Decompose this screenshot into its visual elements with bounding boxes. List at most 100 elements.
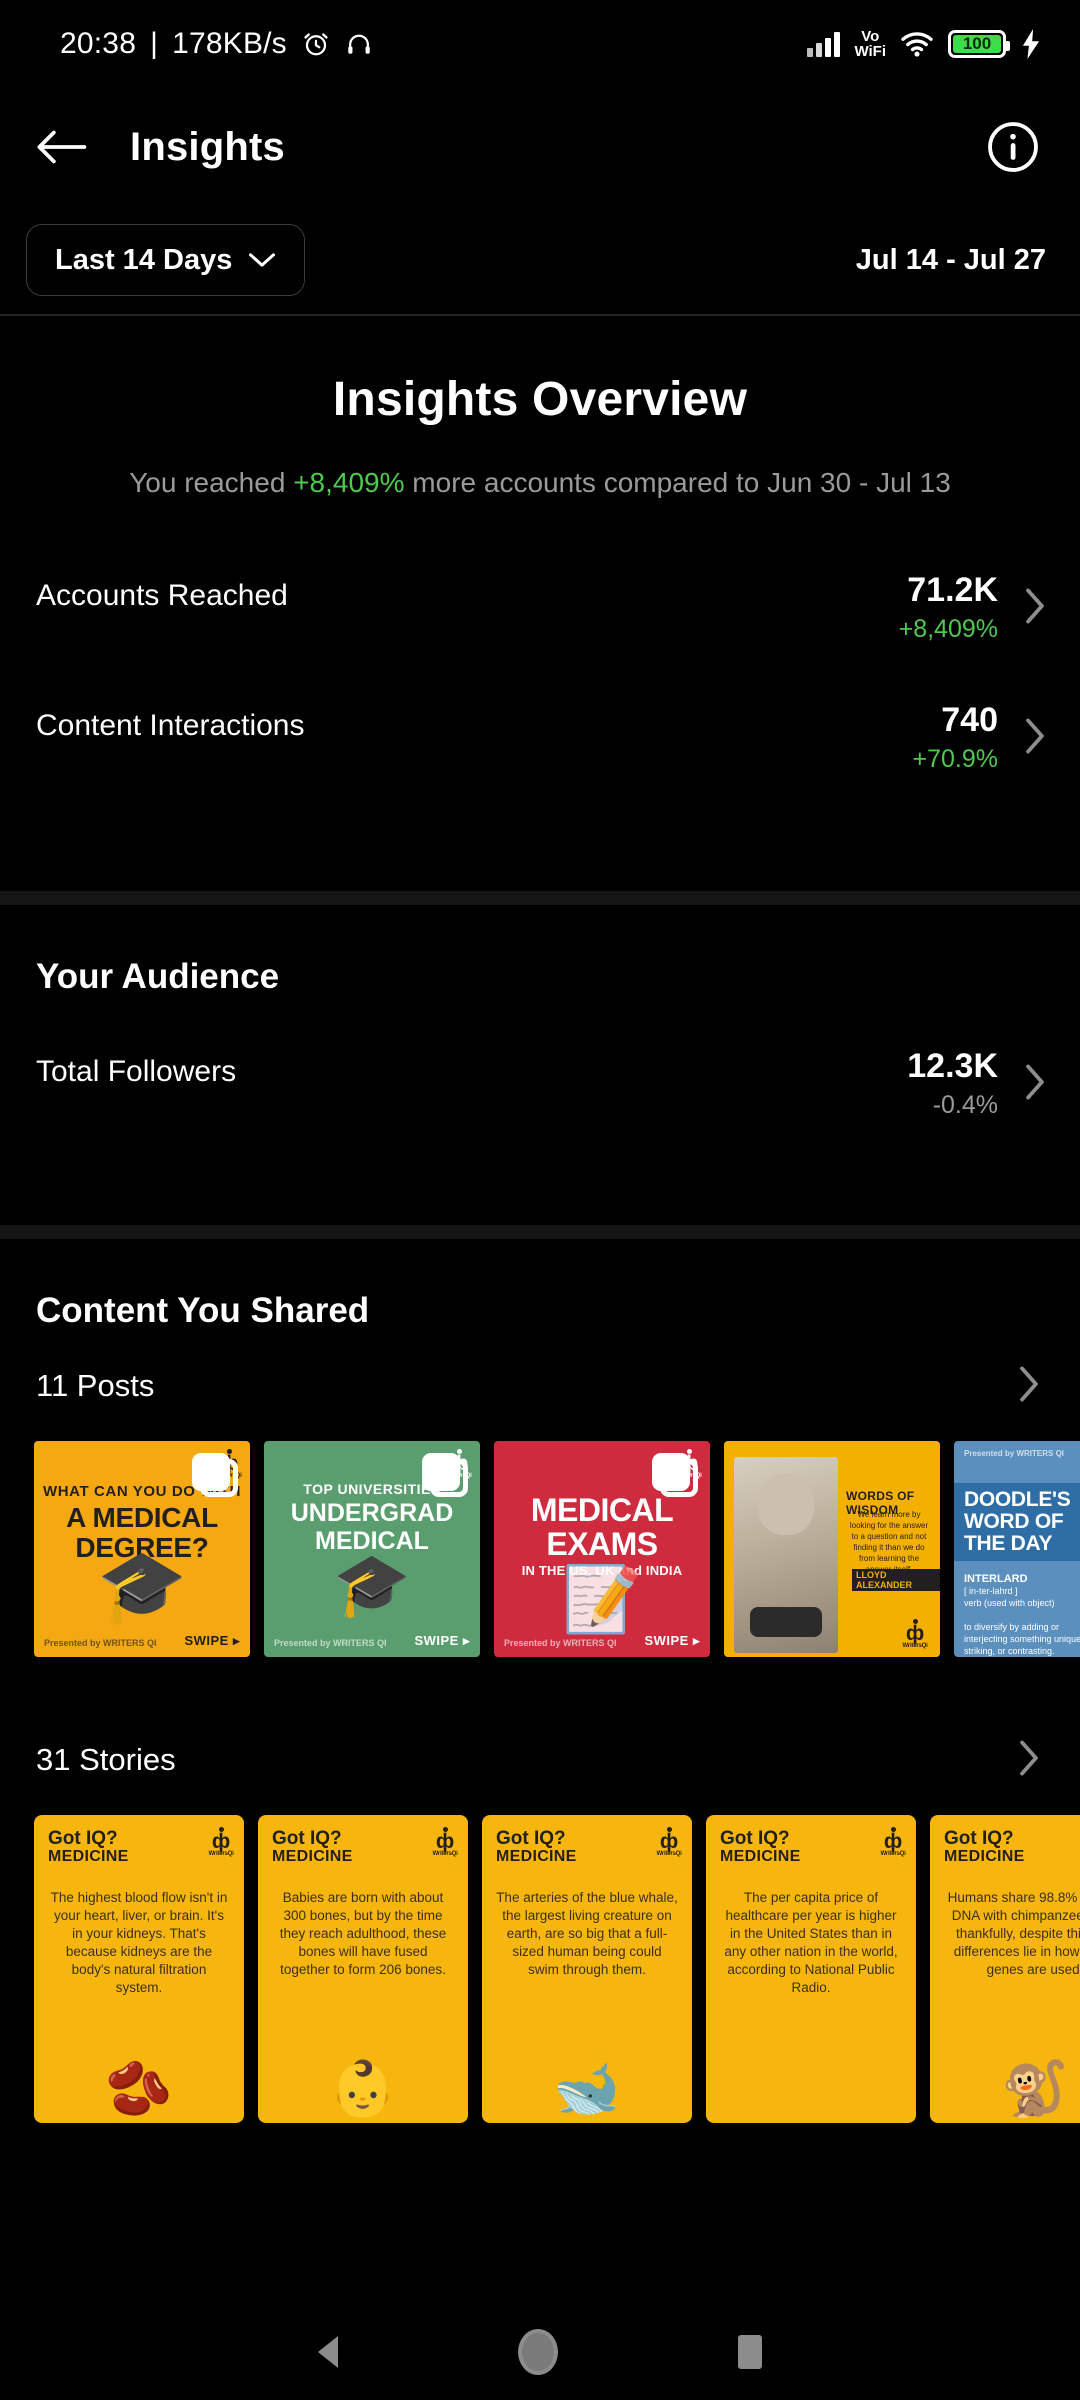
overview-title: Insights Overview [332,373,748,426]
story-brand: Got IQ? MEDICINE [720,1829,801,1865]
post-thumbnail[interactable]: MEDICAL EXAMS IN THE US, UK and INDIA 📝 … [494,1441,710,1657]
your-audience-section: Your Audience Total Followers 12.3K -0.4… [0,905,1080,1167]
status-time: 20:38 [60,27,137,60]
battery-icon: 100 [948,30,1010,58]
story-thumbnail[interactable]: Got IQ? MEDICINE ф WritersQi The per capi… [706,1815,916,2123]
overview-subtitle-highlight: +8,409% [293,467,405,498]
android-nav-bar [0,2304,1080,2400]
metric-values: 71.2K +8,409% [899,561,998,647]
stories-chevron[interactable] [1018,1739,1040,1782]
post-powered-by: Presented by WRITERS QI [274,1638,387,1648]
nav-back-button[interactable] [318,2336,338,2368]
post-part-of-speech: verb (used with object) [964,1598,1055,1608]
story-thumbnail[interactable]: Got IQ? MEDICINE ф WritersQi Babies are b… [258,1815,468,2123]
info-button[interactable] [986,120,1040,174]
post-thumbnail[interactable]: Presented by WRITERS QI DOODLE'S WORD OF… [954,1441,1080,1657]
headphones-icon [348,34,370,54]
posts-count-label: 11 Posts [36,1368,155,1403]
chevron-right-icon [1020,1740,1038,1775]
story-thumbnail[interactable]: Got IQ? MEDICINE Humans share 98.8% of t… [930,1815,1080,2123]
post-quote-author: LLOYD ALEXANDER [852,1569,940,1591]
posts-count-row[interactable]: 11 Posts [0,1331,1080,1441]
metric-value: 740 [941,701,998,739]
story-text: The highest blood flow isn't in your hea… [50,1890,228,1995]
chevron-right-icon [1020,1366,1038,1401]
post-title-band: DOODLE'S WORD OF THE DAY [954,1483,1080,1561]
metric-value: 71.2K [907,571,998,609]
metric-chevron[interactable] [1024,561,1046,630]
post-line1: MEDICAL EXAMS [530,1492,674,1562]
story-thumbnail[interactable]: Got IQ? MEDICINE ф WritersQi The arteries… [482,1815,692,2123]
story-brand-line2: MEDICINE [496,1848,577,1865]
story-text: The arteries of the blue whale, the larg… [496,1890,678,1977]
status-bar-right: Vo WiFi 100 [807,29,1042,59]
post-title-line2: WORD OF [964,1510,1064,1533]
chevron-right-icon [1026,588,1044,624]
date-range-selector[interactable]: Last 14 Days [26,224,306,296]
metric-values: 12.3K -0.4% [907,1037,998,1123]
alarm-clock-icon [304,33,328,56]
metric-value: 12.3K [907,1047,998,1085]
metric-delta: +8,409% [898,615,998,643]
writersqi-logo-icon: фWritersQi [208,1827,234,1857]
page-title: Insights [130,124,285,169]
post-swipe-label: SWIPE ▸ [184,1633,240,1648]
date-range-selector-label: Last 14 Days [55,243,233,276]
metric-label: Content Interactions [36,709,305,742]
post-pronunciation: [ in-ter-lahrd ] [964,1586,1018,1596]
chevron-down-icon [249,253,276,267]
back-arrow-icon [37,130,87,164]
nav-home-button[interactable] [518,2329,558,2375]
story-artwork: 🫘 [105,2059,173,2119]
status-bar: 20:38 | 178KB/s Vo WiFi 100 [0,0,1080,88]
story-artwork: 👶 [329,2059,397,2119]
stories-count-row[interactable]: 31 Stories [0,1705,1080,1815]
section-divider-1 [0,891,1080,905]
post-definition: INTERLARD [ in-ter-lahrd ] verb (used wi… [964,1573,1080,1657]
post-thumbnail[interactable]: TOP UNIVERSITIES UNDERGRAD MEDICAL 🎓 фWr… [264,1441,480,1657]
story-thumbnail[interactable]: Got IQ? MEDICINE ф WritersQi The highest … [34,1815,244,2123]
post-swipe-label: SWIPE ▸ [644,1633,700,1648]
post-powered-by: Presented by WRITERS QI [964,1449,1065,1458]
overview-subtitle-post: more accounts compared to Jun 30 - Jul 1… [404,467,951,498]
signal-bars-icon [807,31,841,57]
writersqi-logo-icon: фWritersQi [902,1619,928,1649]
story-brand-line1: Got IQ? [720,1828,790,1849]
metric-row-total-followers[interactable]: Total Followers 12.3K -0.4% [0,1037,1080,1167]
nav-recents-button[interactable] [738,2335,762,2369]
insights-overview-section: Insights Overview You reached +8,409% mo… [0,316,1080,499]
post-thumbnail[interactable]: WHAT CAN YOU DO WITH A MEDICAL DEGREE? 🎓… [34,1441,250,1657]
posts-chevron[interactable] [1018,1365,1040,1408]
status-bar-left: 20:38 | 178KB/s [60,27,373,61]
writersqi-logo-icon: фWritersQi [880,1827,906,1857]
carousel-icon [192,1453,238,1499]
post-definition-text: to diversify by adding or interjecting s… [964,1622,1080,1656]
post-artwork: 🎓 [97,1547,187,1627]
post-artwork: 🎓 [333,1551,411,1620]
volte-wifi-indicator: Vo WiFi [854,29,886,59]
posts-thumbnail-strip[interactable]: WHAT CAN YOU DO WITH A MEDICAL DEGREE? 🎓… [0,1441,1080,1657]
metric-row-accounts-reached[interactable]: Accounts Reached 71.2K +8,409% [0,561,1080,691]
back-button[interactable] [34,125,88,169]
status-separator: | [150,27,159,60]
chevron-right-icon [1026,718,1044,754]
metric-values: 740 +70.9% [913,691,999,777]
stories-count-label: 31 Stories [36,1742,176,1777]
post-powered-by: Presented by WRITERS QI [504,1638,617,1648]
metric-chevron[interactable] [1024,691,1046,760]
post-thumbnail[interactable]: WORDS OF WISDOM We learn more by looking… [724,1441,940,1657]
metric-chevron[interactable] [1024,1037,1046,1106]
metric-row-content-interactions[interactable]: Content Interactions 740 +70.9% [0,691,1080,821]
overview-subtitle: You reached +8,409% more accounts compar… [34,467,1046,499]
story-brand-line2: MEDICINE [48,1848,129,1865]
post-title-line3: THE DAY [964,1532,1053,1555]
story-brand-line2: MEDICINE [944,1848,1025,1865]
writersqi-logo-icon: фWritersQi [432,1827,458,1857]
post-title-line1: DOODLE'S [964,1488,1071,1511]
stories-thumbnail-strip[interactable]: Got IQ? MEDICINE ф WritersQi The highest … [0,1815,1080,2123]
post-swipe-label: SWIPE ▸ [414,1633,470,1648]
post-photo [734,1457,838,1653]
audience-bottom-gap [0,1167,1080,1225]
story-brand-line1: Got IQ? [944,1828,1014,1849]
story-artwork: 🐋 [553,2059,621,2119]
